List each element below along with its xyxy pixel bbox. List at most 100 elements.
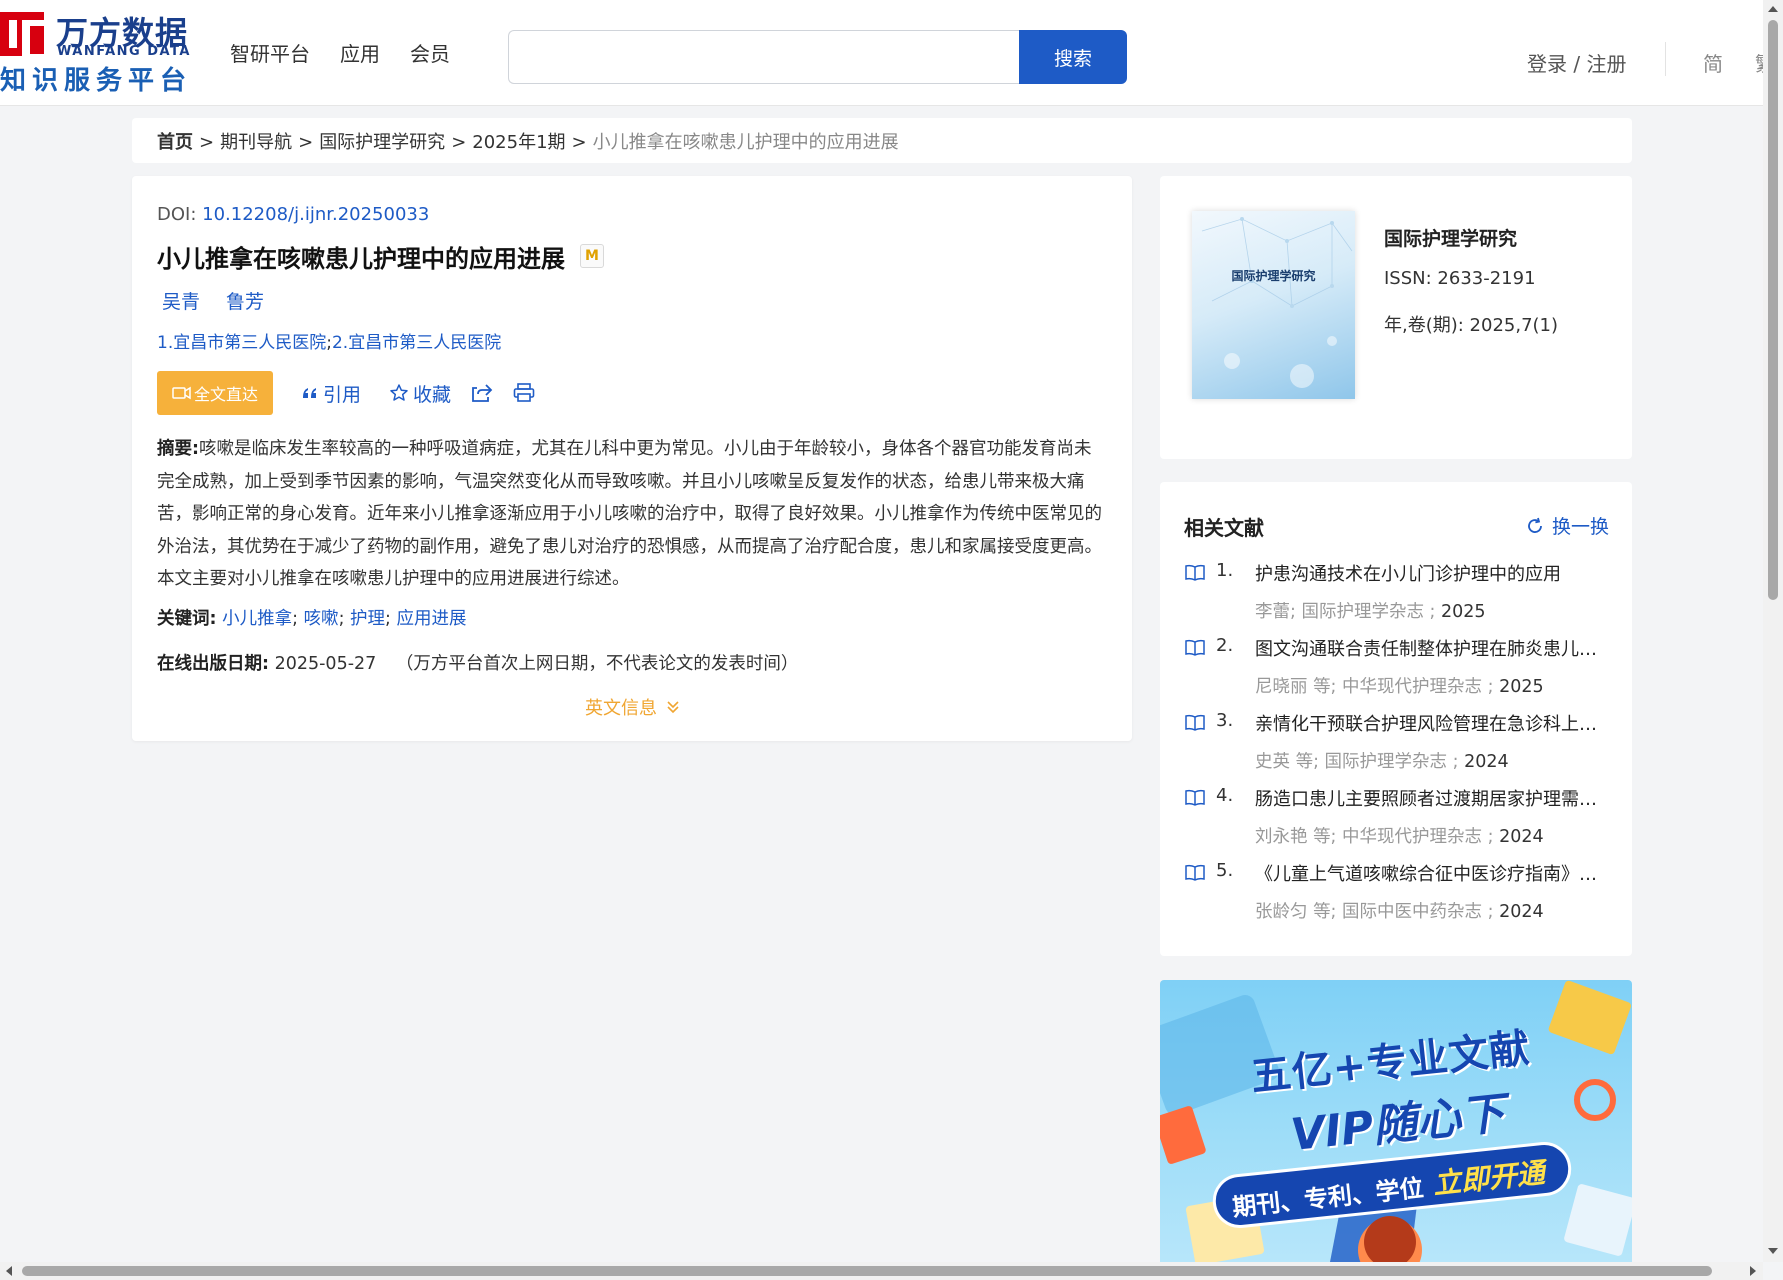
fulltext-icon [172,386,191,400]
keyword-separator: ; [338,609,345,629]
related-meta: 尼晓丽 等; 中华现代护理杂志 ; 2025 [1255,673,1544,698]
related-title: 相关文献 [1184,516,1264,540]
cover-network-decoration [1201,217,1353,388]
login-register-link[interactable]: 登录 / 注册 [1527,48,1626,77]
journal-name-link[interactable]: 国际护理学研究 [1384,224,1517,251]
list-item: 2. 图文沟通联合责任制整体护理在肺炎患儿中... 尼晓丽 等; 中华现代护理杂… [1184,633,1614,708]
related-meta: 李蕾; 国际护理学杂志 ; 2025 [1255,598,1486,623]
abstract-line: 苦，影响正常的身心发育。近年来小儿推拿逐渐应用于小儿咳嗽的治疗中，取得了良好效果… [157,504,1102,524]
nav-item-apps[interactable]: 应用 [340,38,380,67]
nav-item-zhiyan[interactable]: 智研平台 [230,38,310,67]
author-link[interactable]: 吴青 [162,287,200,314]
related-source: 李蕾; 国际护理学杂志 ; [1255,602,1436,622]
keyword-link[interactable]: 应用进展 [397,609,467,629]
book-icon [1185,789,1205,806]
scroll-up-arrow-icon[interactable] [1768,6,1778,12]
refresh-icon [1528,517,1542,533]
journal-issn: ISSN: 2633-2191 [1384,268,1536,289]
abstract-line: 本文主要对小儿推拿在咳嗽患儿护理中的应用进展进行综述。 [157,569,630,589]
breadcrumb-journal[interactable]: 国际护理学研究 [319,132,445,153]
search-input[interactable] [508,30,1020,84]
related-source: 张龄匀 等; 国际中医中药杂志 ; [1255,902,1494,922]
related-title-link[interactable]: 肠造口患儿主要照顾者过渡期居家护理需求... [1255,785,1611,811]
fulltext-label: 全文直达 [193,385,258,404]
related-title-link[interactable]: 《儿童上气道咳嗽综合征中医诊疗指南》计... [1255,860,1611,886]
cover-title: 国际护理学研究 [1231,269,1316,283]
related-year: 2025 [1441,602,1486,622]
keyword-link[interactable]: 咳嗽 [304,609,339,629]
breadcrumb-separator: > [451,132,467,153]
book-icon [1185,564,1205,581]
vip-promo-banner[interactable]: 五亿+专业文献 VIP随心下 期刊、专利、学位 立即开通 [1160,980,1632,1262]
article-toolbar: 全文直达 引用 收藏 [157,371,535,415]
main-nav: 智研平台 应用 会员 [230,38,450,67]
cite-button[interactable]: 引用 [301,380,361,407]
top-header: 万方数据 WANFANG DATA 知识服务平台 智研平台 应用 会员 搜索 登… [0,0,1763,106]
breadcrumb-separator: > [571,132,587,153]
share-button[interactable] [471,383,493,403]
related-source: 尼晓丽 等; 中华现代护理杂志 ; [1255,677,1494,697]
related-source: 刘永艳 等; 中华现代护理杂志 ; [1255,827,1494,847]
keyword-link[interactable]: 护理 [350,609,385,629]
author-link[interactable]: 鲁芳 [226,287,264,314]
related-title-link[interactable]: 护患沟通技术在小儿门诊护理中的应用 [1255,560,1611,586]
journal-cover-image[interactable]: 国际护理学研究 [1192,211,1355,399]
vertical-scrollbar[interactable] [1763,0,1783,1262]
mendeley-badge-icon[interactable]: M [580,244,604,268]
related-title-link[interactable]: 图文沟通联合责任制整体护理在肺炎患儿中... [1255,635,1611,661]
horizontal-scroll-thumb[interactable] [22,1266,1712,1276]
related-year: 2025 [1499,677,1544,697]
related-meta: 刘永艳 等; 中华现代护理杂志 ; 2024 [1255,823,1544,848]
abstract-line: 外治法，其优势在于减少了药物的副作用，避免了患儿对治疗的恐惧感，从而提高了治疗配… [157,536,1102,557]
abstract-label: 摘要: [157,439,199,459]
scroll-right-arrow-icon[interactable] [1750,1266,1756,1276]
breadcrumb-issue[interactable]: 2025年1期 [472,132,565,153]
nav-item-membership[interactable]: 会员 [410,38,450,67]
abstract: 摘要:咳嗽是临床发生率较高的一种呼吸道病症，尤其在儿科中更为常见。小儿由于年龄较… [157,433,1117,596]
refresh-label: 换一换 [1552,516,1610,538]
lang-traditional-button[interactable]: 繁 [1755,48,1763,77]
refresh-button[interactable]: 换一换 [1526,512,1609,539]
wanfang-logo[interactable]: 万方数据 WANFANG DATA 知识服务平台 [0,8,190,96]
keyword-link[interactable]: 小儿推拿 [222,609,292,629]
print-button[interactable] [513,383,535,403]
scroll-left-arrow-icon[interactable] [6,1266,12,1276]
lang-simplified-button[interactable]: 简 [1703,48,1723,77]
doi-link[interactable]: 10.12208/j.ijnr.20250033 [202,204,429,225]
journal-volume: 年,卷(期): 2025,7(1) [1384,315,1559,336]
related-year: 2024 [1499,827,1544,847]
breadcrumb-separator: > [199,132,215,153]
english-info-toggle[interactable]: 英文信息 [585,694,681,720]
related-meta: 史英 等; 国际护理学杂志 ; 2024 [1255,748,1509,773]
pubdate-note: （万方平台首次上网日期，不代表论文的发表时间） [395,654,799,674]
affiliation-link[interactable]: 2.宜昌市第三人民医院 [332,333,501,353]
doi-label: DOI: [157,204,197,225]
related-title-link[interactable]: 亲情化干预联合护理风险管理在急诊科上呼... [1255,710,1611,736]
header-divider [1665,42,1666,76]
related-list: 1. 护患沟通技术在小儿门诊护理中的应用 李蕾; 国际护理学杂志 ; 2025 … [1184,558,1614,933]
keyword-separator: ; [292,609,298,629]
related-number: 5. [1216,860,1234,881]
search-bar: 搜索 [508,30,1127,84]
pubdate-value: 2025-05-27 [274,654,377,674]
pubdate-label: 在线出版日期: [157,654,269,674]
horizontal-scrollbar[interactable] [0,1262,1763,1280]
breadcrumb-journal-nav[interactable]: 期刊导航 [220,132,292,153]
keyword-separator: ; [385,609,391,629]
related-number: 2. [1216,635,1234,656]
search-button[interactable]: 搜索 [1019,30,1127,84]
scroll-down-arrow-icon[interactable] [1768,1248,1778,1254]
english-info-label: 英文信息 [585,698,657,719]
list-item: 4. 肠造口患儿主要照顾者过渡期居家护理需求... 刘永艳 等; 中华现代护理杂… [1184,783,1614,858]
related-number: 3. [1216,710,1234,731]
star-icon [390,384,408,401]
vertical-scroll-thumb[interactable] [1768,20,1778,600]
affiliation-link[interactable]: 1.宜昌市第三人民医院 [157,333,326,353]
quote-icon [303,388,316,398]
favorite-button[interactable]: 收藏 [389,380,451,407]
breadcrumb-home[interactable]: 首页 [157,132,193,153]
fulltext-button[interactable]: 全文直达 [157,371,273,415]
related-number: 1. [1216,560,1234,581]
keywords: 关键词: 小儿推拿; 咳嗽; 护理; 应用进展 [157,605,467,630]
list-item: 5. 《儿童上气道咳嗽综合征中医诊疗指南》计... 张龄匀 等; 国际中医中药杂… [1184,858,1614,933]
